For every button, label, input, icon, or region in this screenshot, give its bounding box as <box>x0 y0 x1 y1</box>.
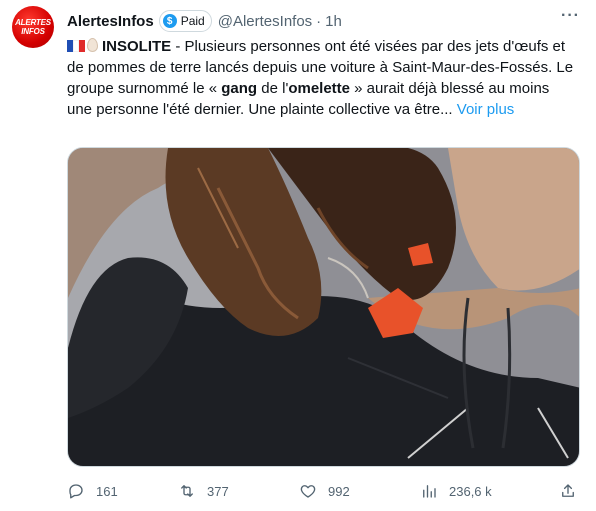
action-bar: 161 377 992 236,6 k <box>67 480 580 502</box>
views-count: 236,6 k <box>449 483 492 499</box>
avatar-line1: ALERTES <box>15 18 51 27</box>
views-icon <box>423 485 436 498</box>
avatar[interactable]: ALERTES INFOS <box>12 6 54 48</box>
egg-icon <box>87 38 98 52</box>
retweet-button[interactable]: 377 <box>178 480 229 502</box>
retweet-icon <box>181 485 193 497</box>
more-icon[interactable]: ··· <box>561 8 580 24</box>
media-photo <box>68 148 579 466</box>
tweet-bold-omelette: omelette <box>288 80 350 97</box>
tweet-bold-gang: gang <box>221 80 258 97</box>
author-handle[interactable]: @AlertesInfos <box>218 13 312 30</box>
tweet-header: AlertesInfos $ Paid @AlertesInfos · 1h <box>67 10 582 32</box>
flag-france-icon <box>67 37 85 52</box>
tweet-text-part2: de l' <box>257 80 289 97</box>
like-icon <box>300 485 316 498</box>
tweet-text: INSOLITE - Plusieurs personnes ont été v… <box>67 36 577 120</box>
tweet-tag: INSOLITE <box>102 38 172 55</box>
avatar-line2: INFOS <box>21 27 45 36</box>
dollar-icon: $ <box>162 14 177 28</box>
reply-count: 161 <box>96 483 118 499</box>
views-button[interactable]: 236,6 k <box>420 480 492 502</box>
like-count: 992 <box>328 483 350 499</box>
share-button[interactable] <box>559 480 577 502</box>
share-icon <box>562 484 574 497</box>
reply-button[interactable]: 161 <box>67 480 118 502</box>
paid-badge[interactable]: $ Paid <box>158 10 212 32</box>
paid-badge-label: Paid <box>180 14 205 28</box>
timestamp[interactable]: 1h <box>325 13 342 30</box>
like-button[interactable]: 992 <box>299 480 350 502</box>
author-name[interactable]: AlertesInfos <box>67 13 154 30</box>
tweet-media[interactable] <box>67 147 580 467</box>
retweet-count: 377 <box>207 483 229 499</box>
separator: · <box>316 12 322 30</box>
see-more-link[interactable]: Voir plus <box>457 101 515 118</box>
reply-icon <box>69 484 83 499</box>
